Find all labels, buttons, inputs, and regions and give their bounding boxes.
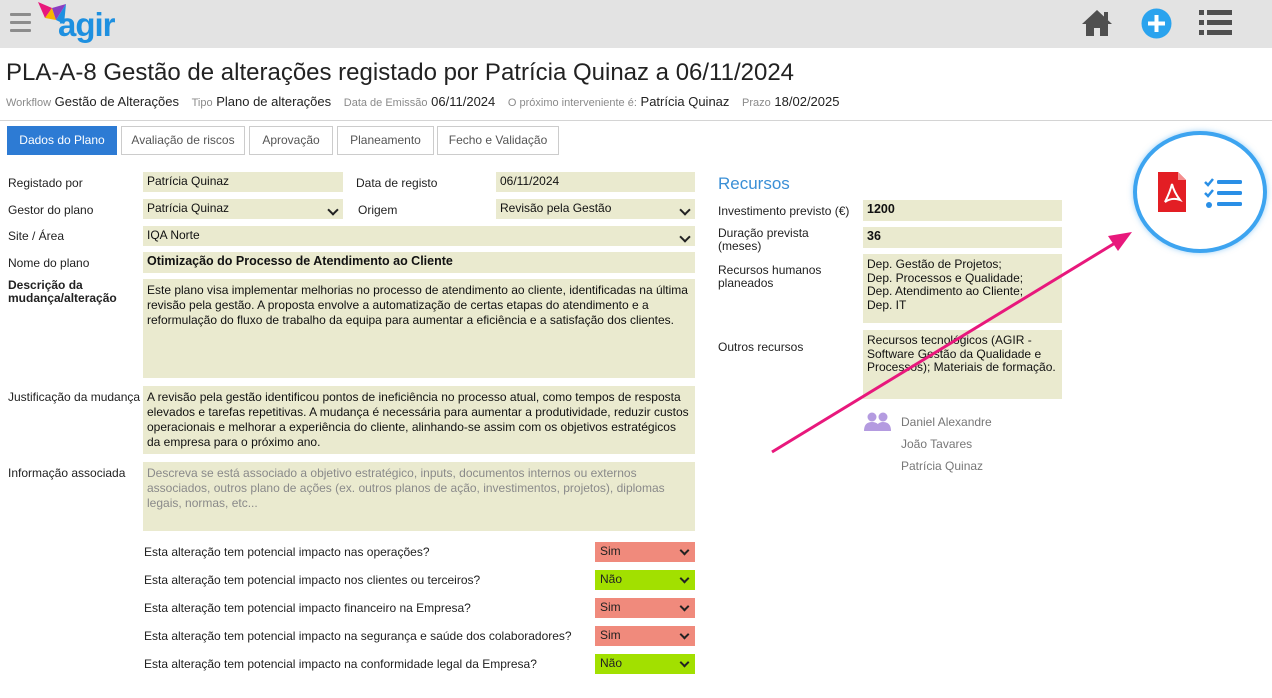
question-label-4: Esta alteração tem potencial impacto na …: [144, 629, 572, 643]
highlight-circle: [1133, 131, 1267, 253]
tab-fecho-validacao[interactable]: Fecho e Validação: [437, 126, 559, 155]
question-label-1: Esta alteração tem potencial impacto nas…: [144, 545, 430, 559]
top-bar: agir: [0, 0, 1272, 48]
outros-textarea[interactable]: Recursos tecnológicos (AGIR - Software G…: [863, 330, 1062, 399]
tipo-value: Plano de alterações: [216, 94, 332, 109]
workflow-value: Gestão de Alterações: [54, 94, 179, 109]
data-registo-label: Data de registo: [356, 176, 438, 190]
meta-info: Workflow Gestão de Alterações Tipo Plano…: [6, 94, 848, 109]
workflow-label: Workflow: [6, 97, 52, 109]
question-label-3: Esta alteração tem potencial impacto fin…: [144, 601, 471, 615]
question-select-1[interactable]: Sim: [595, 542, 695, 562]
tab-planeamento[interactable]: Planeamento: [337, 126, 434, 155]
question-select-3[interactable]: Sim: [595, 598, 695, 618]
justificacao-textarea[interactable]: A revisão pela gestão identificou pontos…: [143, 386, 695, 454]
site-label: Site / Área: [8, 229, 65, 243]
logo-text: agir: [58, 6, 116, 43]
nome-label: Nome do plano: [8, 256, 90, 270]
gestor-label: Gestor do plano: [8, 203, 94, 217]
investimento-label: Investimento previsto (€): [718, 204, 850, 218]
interveniente-label: O próximo interveniente é:: [507, 97, 637, 109]
origem-select[interactable]: Revisão pela Gestão: [496, 199, 695, 219]
recursos-title: Recursos: [718, 174, 790, 193]
tab-dados-do-plano[interactable]: Dados do Plano: [7, 126, 117, 155]
investimento-field[interactable]: 1200: [863, 200, 1062, 221]
data-registo-field[interactable]: 06/11/2024: [496, 172, 695, 192]
info-label: Informação associada: [8, 466, 126, 480]
nome-field[interactable]: Otimização do Processo de Atendimento ao…: [143, 252, 695, 273]
origem-label: Origem: [358, 203, 398, 217]
humanos-textarea[interactable]: Dep. Gestão de Projetos; Dep. Processos …: [863, 254, 1062, 323]
humanos-label: Recursos humanos planeados: [718, 263, 822, 290]
tab-avaliacao-riscos[interactable]: Avaliação de riscos: [121, 126, 245, 155]
humanos-line: Dep. Processos e Qualidade;: [867, 270, 1024, 285]
home-icon[interactable]: [1080, 8, 1114, 38]
checklist-icon[interactable]: [1204, 177, 1242, 209]
prazo-label: Prazo: [742, 97, 771, 109]
humanos-line: Dep. Gestão de Projetos;: [867, 257, 1002, 271]
person-name: Daniel Alexandre: [901, 415, 992, 429]
humanos-line: Dep. Atendimento ao Cliente;: [867, 284, 1024, 298]
add-icon[interactable]: [1141, 8, 1172, 39]
justificacao-label: Justificação da mudança: [8, 390, 141, 404]
hamburger-icon[interactable]: [10, 13, 31, 33]
list-icon[interactable]: [1199, 9, 1232, 37]
question-label-5: Esta alteração tem potencial impacto na …: [144, 657, 537, 671]
people-icon: [864, 412, 891, 431]
duracao-field[interactable]: 36: [863, 227, 1062, 248]
divider: [0, 120, 1272, 121]
person-name: João Tavares: [901, 437, 973, 451]
question-select-2[interactable]: Não: [595, 570, 695, 590]
emissao-label: Data de Emissão: [343, 97, 428, 109]
outros-label: Outros recursos: [718, 340, 804, 354]
emissao-value: 06/11/2024: [431, 94, 496, 109]
pdf-icon[interactable]: [1158, 172, 1186, 212]
site-select[interactable]: IQA Norte: [143, 226, 695, 246]
question-label-2: Esta alteração tem potencial impacto nos…: [144, 573, 481, 587]
registado-por-label: Registado por: [8, 176, 83, 190]
gestor-select[interactable]: Patrícia Quinaz: [143, 199, 343, 219]
question-select-5[interactable]: Não: [595, 654, 695, 674]
tipo-label: Tipo: [191, 97, 213, 109]
descricao-label: Descrição da mudança/alteração: [8, 278, 117, 305]
interveniente-value: Patrícia Quinaz: [640, 94, 730, 109]
humanos-line: Dep. IT: [867, 297, 907, 312]
descricao-textarea[interactable]: Este plano visa implementar melhorias no…: [143, 279, 695, 378]
person-name: Patrícia Quinaz: [901, 459, 984, 473]
tab-aprovacao[interactable]: Aprovação: [249, 126, 333, 155]
question-select-4[interactable]: Sim: [595, 626, 695, 646]
duracao-label: Duração prevista (meses): [718, 226, 809, 253]
agir-logo[interactable]: agir: [36, 2, 126, 46]
registado-por-field[interactable]: Patrícia Quinaz: [143, 172, 343, 192]
page-title: PLA-A-8 Gestão de alterações registado p…: [6, 59, 795, 86]
info-textarea[interactable]: Descreva se está associado a objetivo es…: [143, 462, 695, 531]
prazo-value: 18/02/2025: [774, 94, 840, 109]
